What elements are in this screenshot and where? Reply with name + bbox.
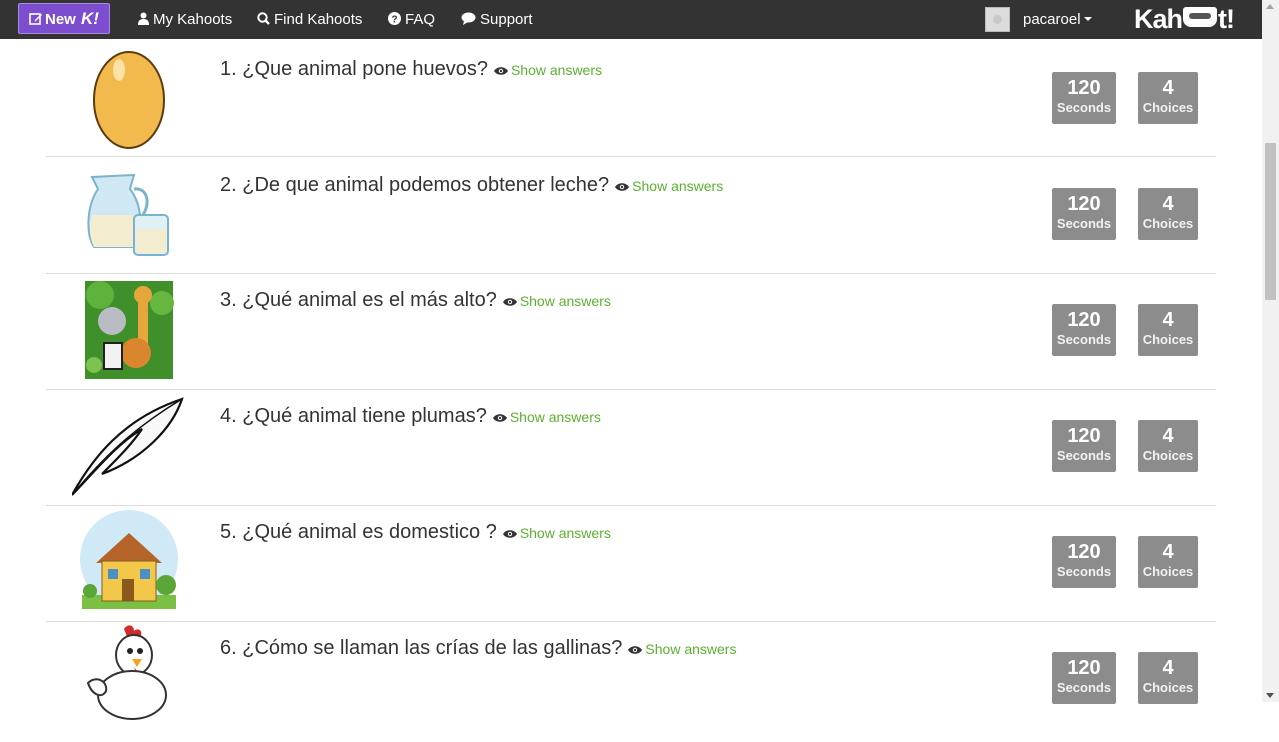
question-row: 6. ¿Cómo se llaman las crías de las gall… bbox=[46, 621, 1216, 737]
page-scrollbar[interactable] bbox=[1262, 0, 1279, 702]
question-row: 5. ¿Qué animal es domestico ? Show answer… bbox=[46, 505, 1216, 622]
question-text: 4. ¿Qué animal tiene plumas? Show answers bbox=[220, 405, 601, 427]
time-limit-badge: 120 Seconds bbox=[1052, 188, 1116, 240]
egg-image bbox=[72, 40, 186, 156]
choices-count-badge: 4 Choices bbox=[1138, 188, 1198, 240]
time-limit-badge: 120 Seconds bbox=[1052, 420, 1116, 472]
milk-jug-image bbox=[72, 157, 186, 273]
new-kahoot-button[interactable]: New K! bbox=[18, 3, 110, 34]
comment-icon bbox=[461, 12, 476, 25]
question-text: 2. ¿De que animal podemos obtener leche?… bbox=[220, 174, 724, 196]
nav-my-kahoots-label: My Kahoots bbox=[153, 11, 233, 28]
choices-count-badge: 4 Choices bbox=[1138, 72, 1198, 124]
user-icon bbox=[138, 12, 149, 25]
time-limit-badge: 120 Seconds bbox=[1052, 536, 1116, 588]
edit-icon bbox=[29, 7, 43, 36]
choices-count-badge: 4 Choices bbox=[1138, 536, 1198, 588]
question-row: 4. ¿Qué animal tiene plumas? Show answers… bbox=[46, 389, 1216, 506]
show-answers-link[interactable]: Show answers bbox=[502, 293, 611, 309]
question-text: 5. ¿Qué animal es domestico ? Show answer… bbox=[220, 521, 611, 543]
show-answers-link[interactable]: Show answers bbox=[615, 178, 723, 194]
eye-icon bbox=[492, 414, 507, 422]
choices-count-badge: 4 Choices bbox=[1138, 304, 1198, 356]
search-icon bbox=[257, 12, 270, 25]
caret-down-icon bbox=[1083, 17, 1092, 21]
question-circle-icon: ? bbox=[388, 12, 401, 26]
question-text: 1. ¿Que animal pone huevos? Show answers bbox=[220, 58, 603, 80]
svg-text:?: ? bbox=[391, 15, 397, 26]
nav-faq-label: FAQ bbox=[405, 11, 436, 28]
user-menu-dropdown[interactable]: pacaroel bbox=[1023, 0, 1092, 39]
nav-faq[interactable]: ? FAQ bbox=[388, 0, 435, 39]
logo-text-right: t! bbox=[1218, 4, 1235, 34]
show-answers-link[interactable]: Show answers bbox=[628, 641, 736, 657]
eye-icon bbox=[628, 646, 643, 654]
chicken-image bbox=[72, 621, 186, 737]
question-row: 1. ¿Que animal pone huevos? Show answers … bbox=[46, 40, 1216, 157]
eye-icon bbox=[615, 183, 630, 191]
show-answers-link[interactable]: Show answers bbox=[492, 409, 601, 425]
kahoot-k-glyph: K! bbox=[81, 9, 99, 28]
house-image bbox=[72, 505, 186, 621]
time-limit-badge: 120 Seconds bbox=[1052, 72, 1116, 124]
logo-hat-icon bbox=[1183, 7, 1218, 27]
eye-icon bbox=[493, 67, 508, 75]
scroll-up-arrow-icon[interactable] bbox=[1266, 4, 1274, 9]
nav-find-kahoots[interactable]: Find Kahoots bbox=[257, 0, 362, 39]
question-row: 2. ¿De que animal podemos obtener leche?… bbox=[46, 157, 1216, 274]
top-navbar: New K! My Kahoots Find Kahoots ? FAQ Supp… bbox=[0, 0, 1262, 39]
question-text: 3. ¿Qué animal es el más alto? Show answe… bbox=[220, 289, 611, 311]
new-button-label: New bbox=[45, 11, 76, 28]
nav-my-kahoots[interactable]: My Kahoots bbox=[138, 0, 232, 39]
question-row: 3. ¿Qué animal es el más alto? Show answe… bbox=[46, 273, 1216, 390]
show-answers-link[interactable]: Show answers bbox=[493, 62, 602, 78]
eye-icon bbox=[502, 298, 517, 306]
question-text: 6. ¿Cómo se llaman las crías de las gall… bbox=[220, 637, 737, 659]
choices-count-badge: 4 Choices bbox=[1138, 652, 1198, 704]
show-answers-link[interactable]: Show answers bbox=[502, 525, 611, 541]
feather-image bbox=[71, 389, 186, 505]
username-label: pacaroel bbox=[1023, 11, 1081, 28]
scroll-down-arrow-icon[interactable] bbox=[1266, 693, 1274, 698]
jungle-animals-image bbox=[72, 273, 186, 389]
logo-text-left: Kah bbox=[1134, 4, 1183, 34]
time-limit-badge: 120 Seconds bbox=[1052, 304, 1116, 356]
nav-support-label: Support bbox=[480, 11, 533, 28]
kahoot-logo[interactable]: Kah t! bbox=[1134, 2, 1235, 37]
scrollbar-thumb[interactable] bbox=[1265, 143, 1276, 300]
eye-icon bbox=[502, 530, 517, 538]
nav-support[interactable]: Support bbox=[461, 0, 533, 39]
choices-count-badge: 4 Choices bbox=[1138, 420, 1198, 472]
time-limit-badge: 120 Seconds bbox=[1052, 652, 1116, 704]
avatar[interactable] bbox=[985, 7, 1010, 32]
nav-find-kahoots-label: Find Kahoots bbox=[274, 11, 363, 28]
